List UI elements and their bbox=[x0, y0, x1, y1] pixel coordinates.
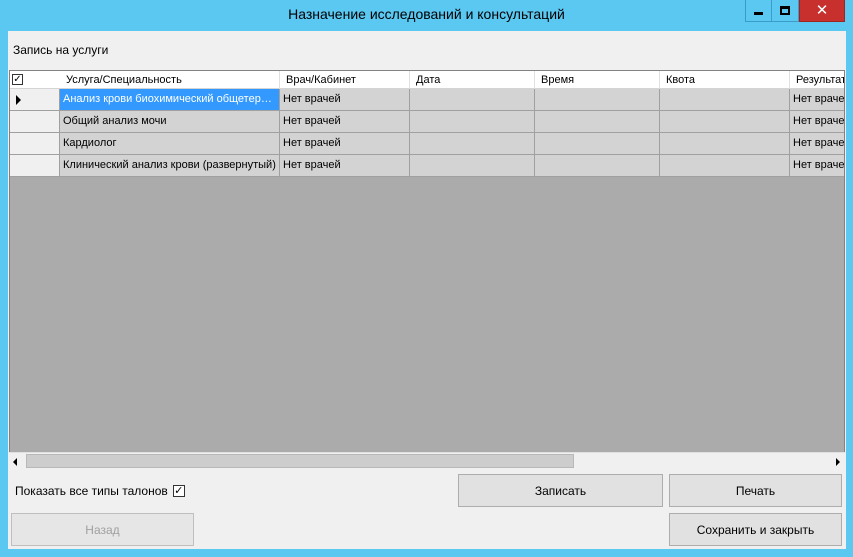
column-header-quota[interactable]: Квота bbox=[660, 71, 790, 89]
print-button[interactable]: Печать bbox=[669, 474, 842, 507]
appointment-window: Назначение исследований и консультаций ✕… bbox=[0, 0, 853, 557]
horizontal-scrollbar[interactable] bbox=[9, 452, 845, 469]
show-all-tickets-option[interactable]: Показать все типы талонов ✓ bbox=[15, 484, 185, 498]
cell-date[interactable] bbox=[410, 111, 535, 133]
scroll-left-icon[interactable] bbox=[13, 458, 17, 466]
cell-doctor[interactable]: Нет врачей bbox=[280, 133, 410, 155]
cell-service[interactable]: Кардиолог bbox=[60, 133, 280, 155]
cell-service[interactable]: Анализ крови биохимический общетерапевти… bbox=[60, 89, 280, 111]
grid-header: ✓ Услуга/Специальность Врач/Кабинет Дата… bbox=[10, 71, 844, 89]
row-header[interactable] bbox=[10, 133, 60, 155]
cell-result[interactable]: Нет врачей bbox=[790, 133, 844, 155]
column-header-time[interactable]: Время bbox=[535, 71, 660, 89]
cell-result[interactable]: Нет врачей bbox=[790, 155, 844, 177]
cell-quota[interactable] bbox=[660, 155, 790, 177]
back-button[interactable]: Назад bbox=[11, 513, 194, 546]
services-grid[interactable]: ✓ Услуга/Специальность Врач/Кабинет Дата… bbox=[9, 70, 845, 468]
column-header-date[interactable]: Дата bbox=[410, 71, 535, 89]
table-row[interactable]: Кардиолог Нет врачей Нет врачей bbox=[10, 133, 844, 155]
cell-time[interactable] bbox=[535, 155, 660, 177]
cell-result[interactable]: Нет врачей bbox=[790, 111, 844, 133]
current-row-icon bbox=[16, 95, 21, 105]
minimize-button[interactable] bbox=[745, 0, 772, 22]
column-header-doctor[interactable]: Врач/Кабинет bbox=[280, 71, 410, 89]
client-area: Запись на услуги ✓ Услуга/Специальность … bbox=[8, 31, 846, 549]
table-row[interactable]: Клинический анализ крови (развернутый) Н… bbox=[10, 155, 844, 177]
cell-service[interactable]: Общий анализ мочи bbox=[60, 111, 280, 133]
select-all-checkbox[interactable]: ✓ bbox=[12, 74, 23, 85]
table-row[interactable]: Анализ крови биохимический общетерапевти… bbox=[10, 89, 844, 111]
scrollbar-thumb[interactable] bbox=[26, 454, 574, 468]
table-row[interactable]: Общий анализ мочи Нет врачей Нет врачей bbox=[10, 111, 844, 133]
record-button[interactable]: Записать bbox=[458, 474, 663, 507]
cell-quota[interactable] bbox=[660, 111, 790, 133]
row-header[interactable] bbox=[10, 89, 60, 111]
window-title: Назначение исследований и консультаций bbox=[288, 6, 565, 22]
cell-time[interactable] bbox=[535, 89, 660, 111]
column-header-service[interactable]: Услуга/Специальность bbox=[60, 71, 280, 89]
cell-date[interactable] bbox=[410, 89, 535, 111]
cell-doctor[interactable]: Нет врачей bbox=[280, 89, 410, 111]
minimize-icon bbox=[754, 12, 763, 15]
cell-doctor[interactable]: Нет врачей bbox=[280, 155, 410, 177]
cell-time[interactable] bbox=[535, 111, 660, 133]
save-and-close-button[interactable]: Сохранить и закрыть bbox=[669, 513, 842, 546]
maximize-icon bbox=[780, 6, 790, 15]
close-button[interactable]: ✕ bbox=[799, 0, 845, 22]
cell-quota[interactable] bbox=[660, 89, 790, 111]
title-bar[interactable]: Назначение исследований и консультаций ✕ bbox=[0, 0, 853, 30]
cell-result[interactable]: Нет врачей bbox=[790, 89, 844, 111]
column-header-result[interactable]: Результат bbox=[790, 71, 844, 89]
row-header[interactable] bbox=[10, 111, 60, 133]
cell-time[interactable] bbox=[535, 133, 660, 155]
maximize-button[interactable] bbox=[772, 0, 799, 22]
cell-date[interactable] bbox=[410, 155, 535, 177]
cell-quota[interactable] bbox=[660, 133, 790, 155]
scroll-right-icon[interactable] bbox=[836, 458, 840, 466]
cell-service[interactable]: Клинический анализ крови (развернутый) bbox=[60, 155, 280, 177]
cell-doctor[interactable]: Нет врачей bbox=[280, 111, 410, 133]
row-header[interactable] bbox=[10, 155, 60, 177]
show-all-tickets-label: Показать все типы талонов bbox=[15, 484, 168, 498]
close-icon: ✕ bbox=[815, 2, 829, 19]
section-label: Запись на услуги bbox=[13, 43, 109, 57]
cell-date[interactable] bbox=[410, 133, 535, 155]
show-all-tickets-checkbox[interactable]: ✓ bbox=[172, 485, 185, 497]
